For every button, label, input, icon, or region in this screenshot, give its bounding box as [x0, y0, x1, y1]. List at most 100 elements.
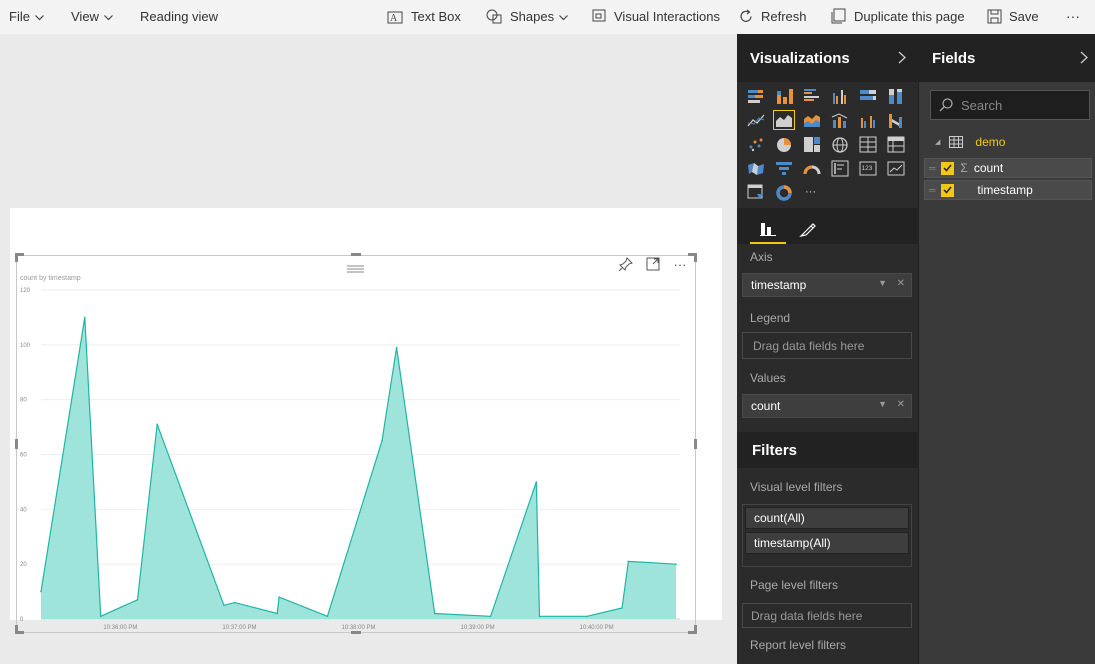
field-item-timestamp[interactable]: ═ timestamp — [924, 180, 1092, 200]
visual-interactions-button[interactable]: Visual Interactions — [592, 0, 720, 32]
100-stacked-bar-icon[interactable] — [857, 86, 879, 106]
shapes-button[interactable]: Shapes — [486, 0, 569, 32]
fields-search-input[interactable]: Search — [930, 90, 1090, 120]
report-level-filters-label: Report level filters — [750, 638, 847, 652]
filter-item-count[interactable]: count(All) — [745, 507, 909, 529]
checkbox-checked-icon[interactable] — [941, 161, 955, 175]
data-point — [223, 604, 225, 607]
field-name-timestamp: timestamp — [977, 183, 1033, 197]
drag-grip-icon: ═ — [929, 163, 936, 173]
refresh-button[interactable]: Refresh — [739, 0, 807, 32]
data-point — [156, 423, 158, 426]
fields-tab-icon[interactable] — [750, 214, 786, 244]
reading-view-button[interactable]: Reading view — [140, 0, 218, 32]
file-menu[interactable]: File — [9, 0, 44, 32]
ribbon-chart-icon[interactable] — [885, 110, 907, 130]
save-button[interactable]: Save — [987, 0, 1039, 32]
resize-handle-top-right-v[interactable] — [694, 253, 697, 262]
more-visuals-icon[interactable]: ··· — [801, 182, 823, 202]
funnel-icon[interactable] — [773, 158, 795, 178]
x-tick-label: 10:39:00 PM — [461, 625, 495, 631]
checkbox-checked-icon[interactable] — [941, 183, 955, 197]
values-field-name: count — [751, 399, 781, 413]
legend-well[interactable]: Drag data fields here — [742, 332, 912, 359]
data-point — [489, 615, 492, 618]
view-menu[interactable]: View — [71, 0, 113, 32]
data-point — [99, 615, 102, 618]
axis-field-name: timestamp — [751, 278, 807, 292]
page-level-filters-well[interactable]: Drag data fields here — [742, 603, 912, 628]
donut-icon[interactable] — [773, 182, 795, 202]
y-tick-label: 100 — [20, 343, 31, 349]
text-box-button[interactable]: A Text Box — [387, 0, 461, 32]
multirow-card-icon[interactable] — [829, 158, 851, 178]
line-column-icon[interactable] — [829, 110, 851, 130]
values-field-dropdown-icon[interactable]: ▼ — [878, 399, 887, 409]
data-point — [278, 596, 280, 598]
table-node-demo[interactable]: ◢ demo — [935, 132, 1095, 152]
duplicate-page-button[interactable]: Duplicate this page — [830, 0, 965, 32]
card-icon[interactable]: 123 — [857, 158, 879, 178]
100-stacked-column-icon[interactable] — [885, 86, 907, 106]
more-options-button[interactable]: ··· — [1066, 0, 1080, 32]
resize-handle-right[interactable] — [694, 439, 697, 449]
stacked-area-icon[interactable] — [801, 110, 823, 130]
axis-field-remove-icon[interactable]: ✕ — [897, 278, 905, 289]
data-point — [381, 440, 383, 442]
visualizations-title: Visualizations — [750, 50, 850, 67]
field-item-count[interactable]: ═ Σ count — [924, 158, 1092, 178]
values-well[interactable]: count ▼ ✕ — [742, 394, 912, 418]
table-icon[interactable] — [857, 134, 879, 154]
slicer-icon[interactable] — [745, 182, 767, 202]
y-tick-label: 40 — [20, 507, 27, 513]
format-tab-icon[interactable] — [790, 214, 826, 244]
line-chart-icon[interactable] — [745, 110, 767, 130]
data-point — [535, 481, 538, 483]
resize-handle-top-left-v[interactable] — [15, 253, 18, 262]
collapse-visualizations-icon[interactable] — [898, 51, 906, 69]
visual-more-options-icon[interactable]: ··· — [670, 256, 690, 272]
matrix-icon[interactable] — [885, 134, 907, 154]
chevron-down-icon — [559, 9, 569, 24]
refresh-icon — [739, 9, 754, 24]
filled-map-icon[interactable] — [745, 158, 767, 178]
data-point — [433, 612, 436, 615]
gauge-icon[interactable] — [801, 158, 823, 178]
visualizations-header: Visualizations — [737, 34, 918, 82]
legend-well-label: Legend — [750, 311, 791, 325]
resize-handle-top[interactable] — [351, 253, 361, 256]
y-tick-label: 60 — [20, 453, 27, 459]
visualizations-pane: Visualizations 123 ··· Axis timestamp ▼ ✕… — [737, 34, 918, 664]
pin-icon[interactable] — [616, 256, 636, 272]
area-chart[interactable]: 020406080100120 10:36:00 PM 10:37:00 PM 10… — [16, 280, 686, 635]
line-clustered-column-icon[interactable] — [857, 110, 879, 130]
globe-map-icon[interactable] — [829, 134, 851, 154]
x-tick-label: 10:38:00 PM — [341, 625, 375, 631]
drag-grip-icon[interactable] — [347, 260, 364, 278]
data-point — [326, 615, 329, 618]
search-icon — [939, 98, 953, 112]
axis-well[interactable]: timestamp ▼ ✕ — [742, 273, 912, 297]
values-field-remove-icon[interactable]: ✕ — [897, 399, 905, 410]
treemap-icon[interactable] — [801, 134, 823, 154]
data-point — [136, 599, 139, 601]
page-level-filters-label: Page level filters — [750, 578, 839, 592]
area-chart-icon[interactable] — [773, 110, 795, 130]
area-series-fill[interactable] — [41, 317, 676, 619]
svg-text:···: ··· — [805, 186, 816, 198]
focus-mode-icon[interactable] — [643, 256, 663, 272]
stacked-column-icon[interactable] — [773, 86, 795, 106]
data-point — [675, 563, 677, 565]
pie-icon[interactable] — [773, 134, 795, 154]
stacked-bar-icon[interactable] — [745, 86, 767, 106]
svg-text:123: 123 — [862, 165, 873, 172]
clustered-bar-icon[interactable] — [801, 86, 823, 106]
scatter-icon[interactable] — [745, 134, 767, 154]
kpi-icon[interactable] — [885, 158, 907, 178]
filter-item-timestamp[interactable]: timestamp(All) — [745, 532, 909, 554]
axis-field-dropdown-icon[interactable]: ▼ — [878, 278, 887, 288]
text-box-label: Text Box — [411, 8, 461, 24]
collapse-fields-icon[interactable] — [1080, 51, 1088, 69]
resize-handle-bottom-right-v[interactable] — [694, 625, 697, 634]
clustered-column-icon[interactable] — [829, 86, 851, 106]
